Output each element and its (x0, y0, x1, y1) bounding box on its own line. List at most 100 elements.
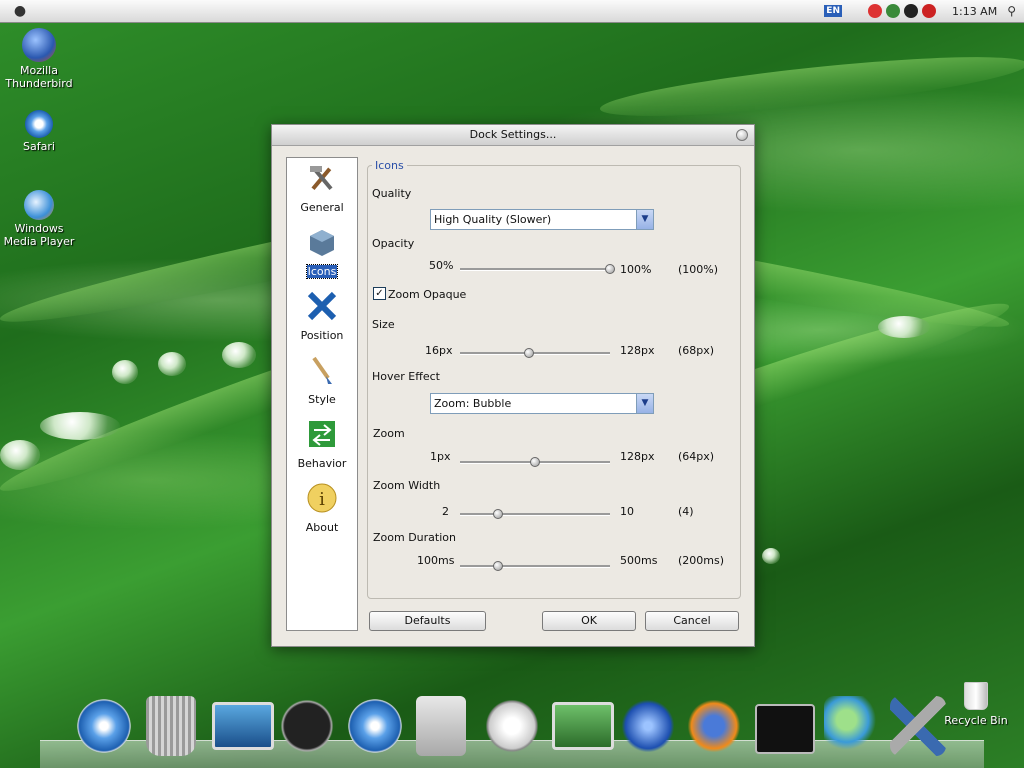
cancel-button[interactable]: Cancel (645, 611, 739, 631)
defaults-button[interactable]: Defaults (369, 611, 486, 631)
dock-settings-dialog: Dock Settings... General Icons Position (271, 124, 755, 647)
desktop-icon-safari[interactable]: Safari (0, 110, 79, 153)
zoom-duration-slider[interactable] (460, 561, 610, 571)
sidebar-item-label: Behavior (297, 457, 347, 470)
dock-item-firefox-icon[interactable] (686, 696, 742, 756)
water-drop (40, 412, 120, 440)
svg-text:i: i (319, 489, 325, 510)
hover-effect-value: Zoom: Bubble (434, 397, 512, 410)
water-drop (158, 352, 186, 376)
zoom-width-slider[interactable] (460, 509, 610, 519)
hover-effect-select[interactable]: Zoom: Bubble ▼ (430, 393, 654, 414)
dock-item-trash-icon[interactable] (146, 696, 196, 756)
sidebar-item-label: General (300, 201, 344, 214)
dock-item-itunes-icon[interactable] (484, 696, 540, 756)
zoom-label: Zoom (373, 427, 405, 440)
zoom-slider[interactable] (460, 457, 610, 467)
thunderbird-icon (22, 28, 56, 62)
ok-button[interactable]: OK (542, 611, 636, 631)
network-icon[interactable] (867, 4, 882, 18)
menu-bar: ● EN 1:13 AM ⚲ (0, 0, 1024, 23)
sidebar-item-behavior[interactable]: Behavior (287, 418, 357, 470)
close-tray-icon[interactable] (921, 4, 936, 18)
zoom-duration-current: (200ms) (678, 554, 725, 567)
water-drop (0, 440, 40, 470)
dock-item-terminal-icon[interactable] (755, 704, 815, 754)
dock-item-thunderbird-icon[interactable] (620, 696, 676, 756)
quality-value: High Quality (Slower) (434, 213, 552, 226)
desktop-icon-label: Safari (23, 140, 55, 153)
size-max: 128px (620, 344, 655, 357)
hover-effect-label: Hover Effect (372, 370, 440, 383)
system-tray: EN 1:13 AM ⚲ (824, 0, 1016, 22)
water-drop (222, 342, 256, 368)
recycle-bin-label: Recycle Bin (944, 714, 1008, 727)
opacity-max: 100% (620, 263, 652, 276)
dock-item-safari-icon[interactable] (347, 696, 403, 756)
dock-item-tools-icon[interactable] (890, 696, 946, 756)
arrows-icon (307, 291, 337, 321)
language-indicator[interactable]: EN (824, 5, 842, 17)
dock-item-safari-icon[interactable] (76, 696, 132, 756)
messenger-tray-icon[interactable] (885, 4, 900, 18)
sidebar-item-about[interactable]: i About (287, 482, 357, 534)
zoom-opaque-label: Zoom Opaque (388, 288, 467, 301)
dialog-title: Dock Settings... (469, 128, 557, 141)
sidebar-item-position[interactable]: Position (287, 290, 357, 342)
zoom-opaque-checkbox[interactable]: ✓ (373, 287, 386, 300)
zoom-max: 128px (620, 450, 655, 463)
zoom-width-min: 2 (442, 505, 449, 518)
chevron-down-icon[interactable]: ▼ (636, 210, 653, 229)
sidebar-item-icons[interactable]: Icons (287, 226, 357, 279)
zoom-min: 1px (430, 450, 451, 463)
dock-item-dashboard-icon[interactable] (279, 696, 335, 756)
sidebar-item-style[interactable]: Style (287, 354, 357, 406)
close-button[interactable] (736, 129, 748, 141)
desktop-icon-thunderbird[interactable]: Mozilla Thunderbird (0, 28, 79, 90)
quality-select[interactable]: High Quality (Slower) ▼ (430, 209, 654, 230)
dock-item-messenger-icon[interactable] (824, 696, 880, 756)
opacity-slider[interactable] (460, 264, 615, 274)
slider-thumb[interactable] (605, 264, 615, 274)
info-icon: i (307, 483, 337, 513)
water-drop (878, 316, 930, 338)
check-icon: ✓ (375, 288, 384, 299)
opacity-min: 50% (429, 259, 454, 272)
clock[interactable]: 1:13 AM (952, 5, 997, 18)
zoom-width-label: Zoom Width (373, 479, 441, 492)
desktop-icon-media-player[interactable]: Windows Media Player (0, 190, 79, 248)
desktop-icon-label: Mozilla Thunderbird (5, 64, 73, 90)
dock-item-imac-icon[interactable] (212, 702, 274, 750)
size-current: (68px) (678, 344, 715, 357)
slider-thumb[interactable] (492, 561, 503, 571)
zoom-width-max: 10 (620, 505, 634, 518)
slider-thumb[interactable] (530, 457, 540, 467)
size-label: Size (372, 318, 395, 331)
zoom-duration-max: 500ms (620, 554, 658, 567)
size-min: 16px (425, 344, 453, 357)
water-drop (112, 360, 138, 384)
zoom-duration-min: 100ms (417, 554, 455, 567)
water-drop (762, 548, 780, 564)
group-title: Icons (372, 159, 407, 172)
dock-item-imac-icon[interactable] (552, 702, 614, 750)
apple-icon[interactable]: ● (0, 3, 40, 19)
zoom-width-current: (4) (678, 505, 694, 518)
settings-sidebar: General Icons Position Style Behavior i … (286, 157, 358, 631)
media-tray-icon[interactable] (903, 4, 918, 18)
desktop-icon-recycle-bin[interactable]: Recycle Bin (944, 682, 1008, 727)
slider-thumb[interactable] (524, 348, 534, 358)
tools-icon (310, 166, 333, 191)
quality-label: Quality (372, 187, 412, 200)
sidebar-item-label: Position (300, 329, 344, 342)
opacity-current: (100%) (678, 263, 719, 276)
dialog-titlebar[interactable]: Dock Settings... (272, 125, 754, 146)
box-icon (310, 230, 334, 256)
dock-item-hard-drive-icon[interactable] (416, 696, 466, 756)
chevron-down-icon[interactable]: ▼ (636, 394, 653, 413)
opacity-label: Opacity (372, 237, 415, 250)
sidebar-item-general[interactable]: General (287, 162, 357, 214)
slider-thumb[interactable] (492, 509, 503, 519)
size-slider[interactable] (460, 348, 610, 358)
search-icon[interactable]: ⚲ (1007, 4, 1016, 18)
